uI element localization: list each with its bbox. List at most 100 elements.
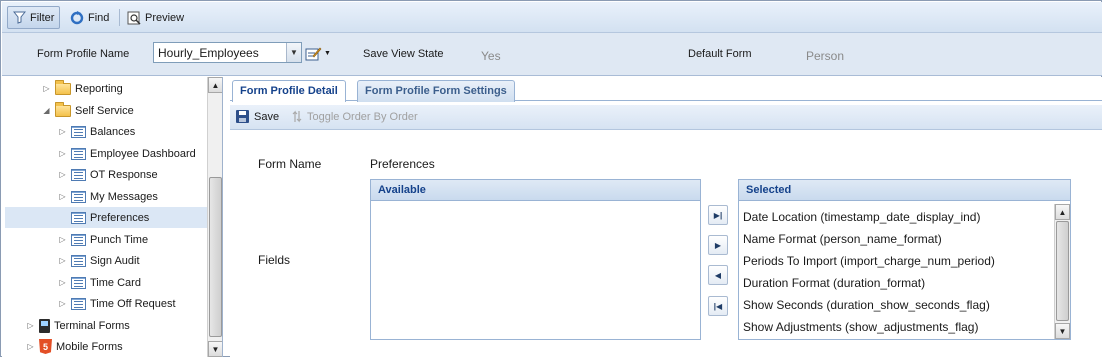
tree-item-label: Sign Audit (90, 254, 140, 267)
tree-item-time-card[interactable]: ▷ Time Card (58, 272, 141, 293)
move-all-right-button[interactable]: ▶| (708, 205, 728, 225)
form-icon (71, 190, 86, 203)
tree-scrollbar[interactable]: ▲ ▼ (207, 77, 222, 357)
tree-item-label: Time Off Request (90, 297, 176, 310)
tree-item-my-messages[interactable]: ▷ My Messages (58, 186, 158, 207)
find-button[interactable]: Find (65, 6, 114, 29)
move-all-left-button[interactable]: |◀ (708, 296, 728, 316)
tree-item-label: Mobile Forms (56, 340, 123, 353)
tree-item-label: Terminal Forms (54, 319, 130, 332)
tab-form-profile-detail[interactable]: Form Profile Detail (232, 80, 346, 102)
tree-item-employee-dashboard[interactable]: ▷ Employee Dashboard (58, 143, 196, 164)
selected-field-item[interactable]: Date Location (timestamp_date_display_in… (743, 210, 980, 224)
selected-scroll-thumb[interactable] (1056, 221, 1069, 321)
expand-arrow-icon[interactable]: ▷ (58, 256, 67, 265)
form-profile-panel: Form Profile Detail Form Profile Form Se… (230, 77, 1102, 357)
scroll-up-icon[interactable]: ▲ (1055, 204, 1070, 220)
scroll-up-icon[interactable]: ▲ (208, 77, 222, 93)
edit-form-icon (305, 47, 322, 60)
tree-item-label: Reporting (75, 82, 123, 95)
profile-bar: Form Profile Name Hourly_Employees ▼ ▼ S… (2, 33, 1102, 76)
tree-item-time-off-request[interactable]: ▷ Time Off Request (58, 293, 176, 314)
fields-label: Fields (258, 253, 291, 267)
preview-icon (127, 11, 141, 25)
selected-field-item[interactable]: Duration Format (duration_format) (743, 276, 925, 290)
tree-item-label: My Messages (90, 190, 158, 203)
save-disk-icon (236, 110, 249, 123)
tree-item-sign-audit[interactable]: ▷ Sign Audit (58, 250, 140, 271)
expand-arrow-icon[interactable]: ▷ (26, 321, 35, 330)
expand-arrow-icon[interactable]: ▷ (58, 170, 67, 179)
form-profile-select[interactable]: Hourly_Employees ▼ (153, 42, 302, 63)
form-icon (71, 254, 86, 267)
form-name-value: Preferences (370, 157, 435, 171)
preview-label: Preview (145, 11, 185, 24)
tree-item-preferences[interactable]: Preferences (5, 207, 207, 228)
form-icon (71, 147, 86, 160)
tree-item-balances[interactable]: ▷ Balances (58, 121, 135, 142)
selected-header: Selected (739, 180, 1070, 201)
application-frame: Filter Find Preview Form Profile Name Ho… (0, 0, 1102, 357)
toggle-order-button[interactable]: Toggle Order By Order (292, 110, 418, 123)
available-header: Available (371, 180, 700, 201)
chevron-down-icon[interactable]: ▼ (286, 43, 301, 62)
tree-item-self-service[interactable]: ◢ Self Service (42, 100, 134, 121)
selected-field-item[interactable]: Name Format (person_name_format) (743, 232, 942, 246)
save-label: Save (254, 110, 280, 123)
tree-item-punch-time[interactable]: ▷ Punch Time (58, 229, 148, 250)
default-form-label: Default Form (688, 48, 752, 60)
collapse-arrow-icon[interactable]: ◢ (42, 106, 51, 115)
move-left-button[interactable]: ◀ (708, 265, 728, 285)
terminal-icon (39, 318, 50, 333)
selected-field-item[interactable]: Periods To Import (import_charge_num_per… (743, 254, 995, 268)
expand-arrow-icon[interactable]: ▷ (58, 149, 67, 158)
expand-arrow-icon[interactable]: ▷ (58, 235, 67, 244)
expand-arrow-icon[interactable]: ▷ (42, 84, 51, 93)
form-icon (71, 276, 86, 289)
chevron-down-icon: ▼ (324, 50, 331, 57)
tree-item-reporting[interactable]: ▷ Reporting (42, 78, 123, 99)
find-label: Find (88, 11, 110, 24)
scroll-down-icon[interactable]: ▼ (1055, 323, 1070, 339)
tree-item-ot-response[interactable]: ▷ OT Response (58, 164, 158, 185)
expand-arrow-icon[interactable]: ▷ (58, 299, 67, 308)
selected-field-item[interactable]: Show Adjustments (show_adjustments_flag) (743, 320, 978, 334)
tree-item-label: Punch Time (90, 233, 149, 246)
form-icon (71, 233, 86, 246)
form-name-label: Form Name (258, 157, 322, 171)
tree-item-terminal-forms[interactable]: ▷ Terminal Forms (26, 315, 130, 336)
tab-strip: Form Profile Detail Form Profile Form Se… (230, 77, 1102, 102)
selected-field-item[interactable]: Show Seconds (duration_show_seconds_flag… (743, 298, 990, 312)
tree-item-label: Preferences (90, 211, 150, 224)
form-icon (71, 168, 86, 181)
form-icon (71, 125, 86, 138)
edit-profile-button[interactable]: ▼ (305, 44, 335, 63)
filter-button[interactable]: Filter (7, 6, 61, 29)
forms-tree: ▷ Reporting ◢ Self Service ▷ Balances ▷ … (2, 77, 223, 357)
tree-scroll-thumb[interactable] (209, 177, 222, 337)
move-all-left-icon: |◀ (713, 301, 723, 311)
tree-item-label: Time Card (90, 276, 141, 289)
main-toolbar: Filter Find Preview (2, 2, 1102, 33)
expand-arrow-icon[interactable]: ▷ (26, 342, 35, 351)
save-button[interactable]: Save (236, 110, 279, 123)
tree-item-mobile-forms[interactable]: ▷ 5 Mobile Forms (26, 336, 123, 357)
tab-label: Form Profile Detail (240, 85, 338, 97)
move-right-button[interactable]: ▶ (708, 235, 728, 255)
selected-list-scrollbar[interactable]: ▲ ▼ (1054, 204, 1070, 339)
tree-item-label: Employee Dashboard (90, 147, 196, 160)
expand-arrow-icon[interactable]: ▷ (58, 127, 67, 136)
preview-button[interactable]: Preview (122, 6, 189, 29)
tab-form-profile-form-settings[interactable]: Form Profile Form Settings (357, 80, 515, 102)
scroll-down-icon[interactable]: ▼ (208, 341, 222, 357)
expand-arrow-icon[interactable]: ▷ (58, 278, 67, 287)
form-icon (71, 211, 86, 224)
html5-icon: 5 (39, 339, 52, 354)
tree-item-label: Self Service (75, 104, 134, 117)
selected-fields-list[interactable]: Selected Date Location (timestamp_date_d… (738, 179, 1071, 340)
available-fields-list[interactable]: Available (370, 179, 701, 340)
toolbar-divider (119, 9, 120, 26)
expand-arrow-icon[interactable]: ▷ (58, 192, 67, 201)
form-profile-name-label: Form Profile Name (37, 48, 130, 60)
folder-icon (55, 79, 71, 95)
